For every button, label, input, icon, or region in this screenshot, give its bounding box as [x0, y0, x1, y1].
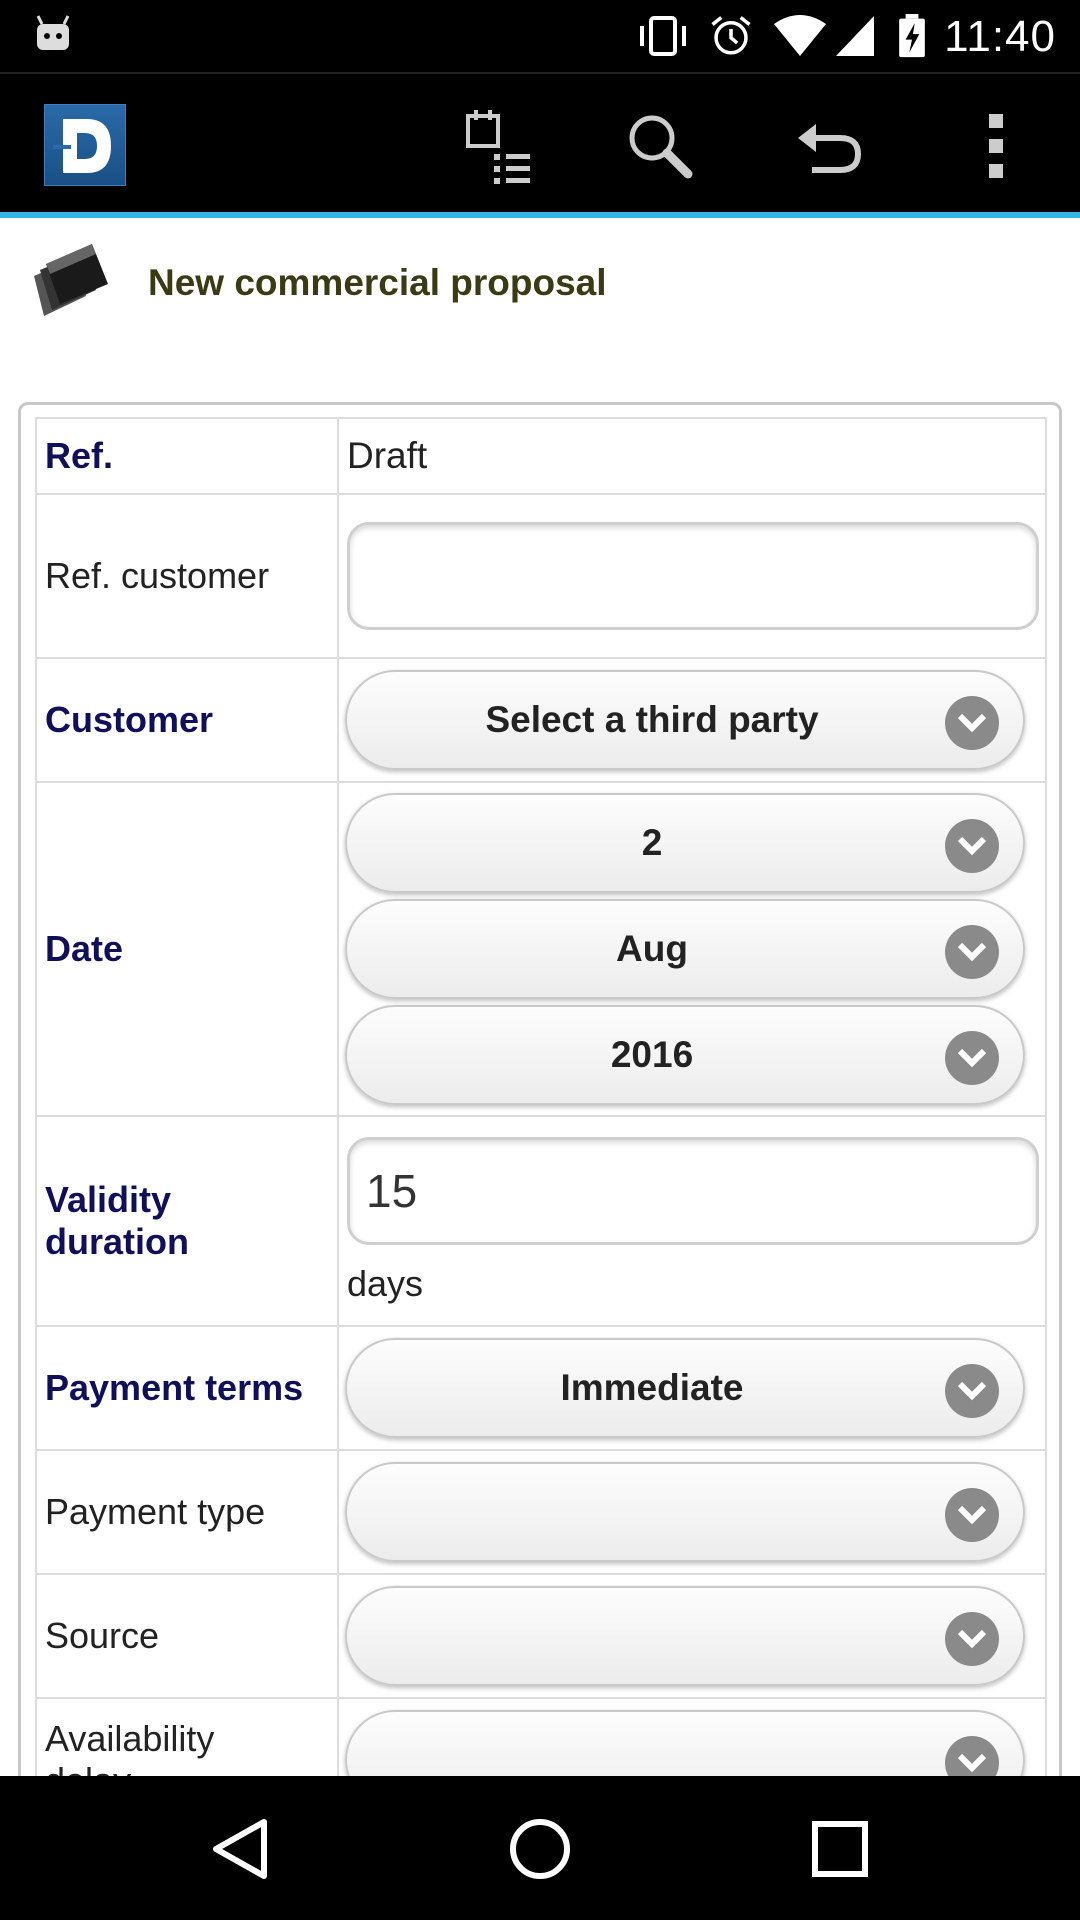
source-label: Source: [35, 1573, 339, 1699]
overflow-menu-button[interactable]: [954, 104, 1038, 188]
overflow-menu-icon: [989, 114, 1003, 178]
back-button[interactable]: [788, 104, 872, 188]
row-availability: Availability delay: [35, 1697, 1047, 1776]
wifi-icon: [774, 15, 826, 56]
search-icon: [629, 115, 693, 179]
nav-home-icon[interactable]: [505, 1814, 575, 1884]
row-ref-customer: Ref. customer: [35, 493, 1047, 659]
vibrate-icon: [640, 16, 686, 56]
chevron-down-icon: [945, 925, 999, 979]
payment-terms-label: Payment terms: [35, 1325, 339, 1451]
availability-select[interactable]: [345, 1710, 1025, 1776]
battery-charging-icon: [899, 14, 925, 58]
form-container: Ref. Draft Ref. customer Customer Select…: [18, 402, 1062, 1776]
customer-select[interactable]: Select a third party: [345, 670, 1025, 770]
android-icon: [36, 15, 70, 50]
row-ref: Ref. Draft: [35, 417, 1047, 495]
page-header: New commercial proposal: [0, 218, 1080, 348]
signal-icon: [836, 16, 874, 56]
row-date: Date 2 Aug 2016: [35, 781, 1047, 1117]
action-bar: [0, 72, 1080, 218]
search-button[interactable]: [618, 104, 702, 188]
customer-select-value: Select a third party: [485, 699, 819, 740]
row-validity: Validity duration 15 days: [35, 1115, 1047, 1327]
row-payment-terms: Payment terms Immediate: [35, 1325, 1047, 1451]
nav-recents-icon[interactable]: [805, 1814, 875, 1884]
status-bar: 11:40: [0, 0, 1080, 72]
chevron-down-icon: [945, 819, 999, 873]
row-payment-type: Payment type: [35, 1449, 1047, 1575]
customer-label: Customer: [35, 657, 339, 783]
validity-input[interactable]: 15: [347, 1137, 1039, 1245]
agenda-list-button[interactable]: [456, 104, 540, 188]
validity-unit: days: [347, 1263, 424, 1304]
date-day-select[interactable]: 2: [345, 793, 1025, 893]
chevron-down-icon: [945, 1364, 999, 1418]
chevron-down-icon: [945, 1488, 999, 1542]
date-day-value: 2: [641, 822, 663, 863]
date-year-select[interactable]: 2016: [345, 1005, 1025, 1105]
alarm-icon: [711, 16, 751, 55]
availability-label: Availability delay: [35, 1697, 339, 1776]
ref-customer-input[interactable]: [347, 522, 1039, 630]
ref-value: Draft: [337, 417, 1047, 495]
payment-terms-value: Immediate: [560, 1367, 744, 1408]
payment-type-label: Payment type: [35, 1449, 339, 1575]
nav-back-icon[interactable]: [206, 1814, 276, 1884]
chevron-down-icon: [945, 1031, 999, 1085]
logo-d-icon: [53, 119, 111, 173]
clock: 11:40: [944, 12, 1056, 61]
app-logo[interactable]: [44, 104, 126, 186]
ref-label: Ref.: [35, 417, 339, 495]
chevron-down-icon: [945, 696, 999, 750]
ref-customer-label: Ref. customer: [35, 493, 339, 659]
row-source: Source: [35, 1573, 1047, 1699]
date-month-value: Aug: [616, 928, 688, 969]
content-area: New commercial proposal Ref. Draft Ref. …: [0, 218, 1080, 1776]
proposal-form: Ref. Draft Ref. customer Customer Select…: [35, 417, 1047, 1776]
page-title: New commercial proposal: [148, 262, 607, 303]
navigation-bar: [0, 1776, 1080, 1920]
payment-type-select[interactable]: [345, 1462, 1025, 1562]
payment-terms-select[interactable]: Immediate: [345, 1338, 1025, 1438]
date-label: Date: [35, 781, 339, 1117]
folder-icon: [34, 244, 108, 316]
chevron-down-icon: [945, 1736, 999, 1776]
date-month-select[interactable]: Aug: [345, 899, 1025, 999]
date-year-value: 2016: [610, 1034, 694, 1075]
source-select[interactable]: [345, 1586, 1025, 1686]
back-arrow-icon: [798, 124, 862, 173]
row-customer: Customer Select a third party: [35, 657, 1047, 783]
chevron-down-icon: [945, 1612, 999, 1666]
validity-label: Validity duration: [35, 1115, 339, 1327]
agenda-list-icon: [466, 110, 530, 184]
